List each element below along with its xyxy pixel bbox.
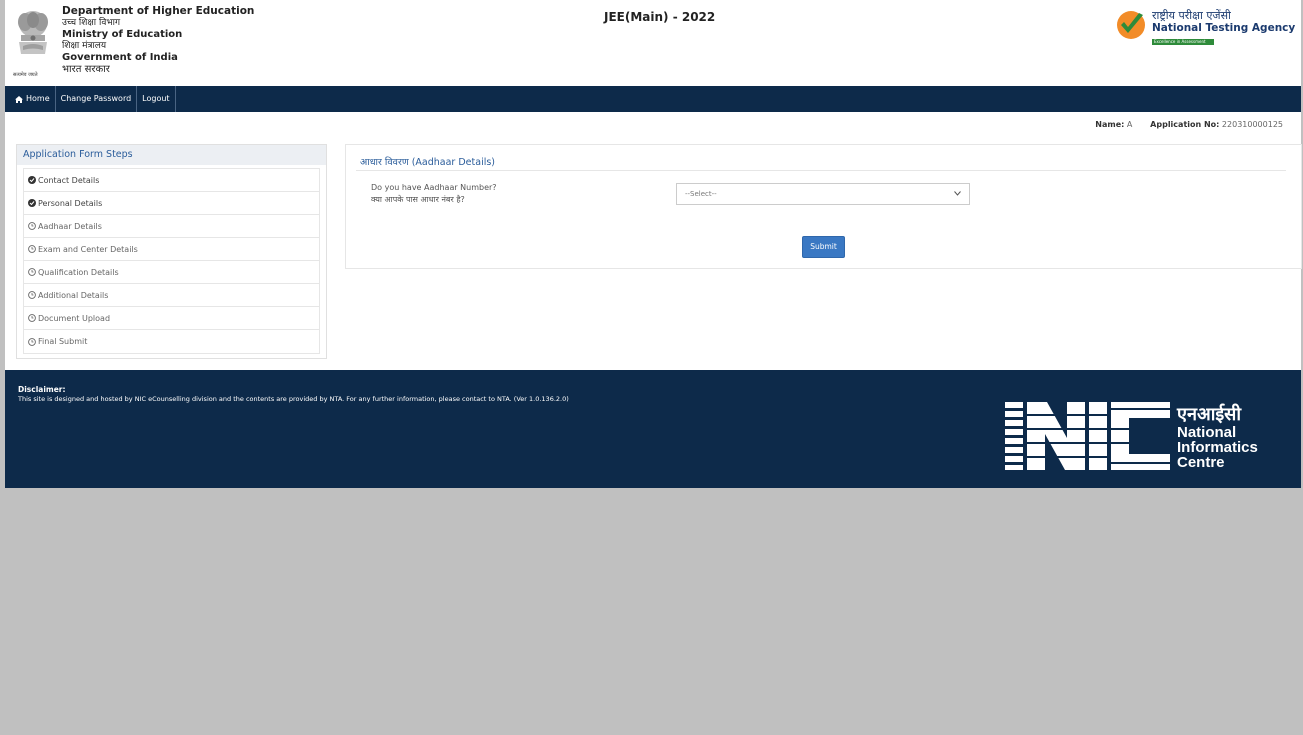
site-header: सत्यमेव जयते Department of Higher Educat… [5,0,1301,86]
nav-home-label: Home [26,94,50,103]
page-title: JEE(Main) - 2022 [604,10,716,24]
national-emblem-icon [18,11,48,54]
check-circle-icon [28,199,36,207]
user-info: Name: A Application No: 220310000125 [1095,120,1283,129]
dept-line-3: Ministry of Education [62,29,183,40]
nic-logo-icon [1005,402,1170,470]
nic-line-2: Informatics [1177,439,1258,456]
page: सत्यमेव जयते Department of Higher Educat… [5,0,1302,735]
clock-icon [28,222,36,230]
nta-tagline: Excellence in Assessment [1152,39,1214,45]
nta-hindi-name: राष्ट्रीय परीक्षा एजेंसी [1152,9,1231,22]
department-block: Department of Higher Education उच्च शिक्… [62,5,255,75]
home-icon [15,95,23,103]
step-label: Document Upload [38,313,111,323]
step-qualification-details[interactable]: Qualification Details [24,261,319,284]
nta-logo: राष्ट्रीय परीक्षा एजेंसी National Testin… [1115,8,1295,52]
panel-title: आधार विवरण (Aadhaar Details) [360,157,496,168]
application-no-label: Application No: [1150,120,1220,129]
step-label: Personal Details [38,198,103,208]
nta-english-name: National Testing Agency [1152,22,1296,34]
aadhaar-question-english: Do you have Aadhaar Number? [371,183,497,192]
clock-icon [28,245,36,253]
divider [356,170,1286,171]
nav-change-password-label: Change Password [60,94,132,103]
disclaimer-title: Disclaimer: [18,385,66,394]
clock-icon [28,268,36,276]
nta-check-icon [1117,11,1145,39]
step-label: Qualification Details [38,267,119,277]
step-label: Exam and Center Details [38,244,138,254]
submit-button[interactable]: Submit [802,236,845,258]
step-label: Final Submit [38,337,88,346]
step-final-submit[interactable]: Final Submit [24,330,319,353]
disclaimer-text: This site is designed and hosted by NIC … [18,395,569,403]
sidebar-title: Application Form Steps [17,145,326,165]
steps-list: Contact Details Personal Details Aadhaar… [23,168,320,354]
nic-line-1: National [1177,424,1237,441]
step-label: Aadhaar Details [38,221,102,231]
nav-home[interactable]: Home [5,86,56,112]
aadhaar-select[interactable]: --Select-- [676,183,970,205]
chevron-down-icon [954,191,961,196]
aadhaar-details-panel: आधार विवरण (Aadhaar Details) Do you have… [345,144,1302,269]
nic-english-name: National Informatics Centre [1177,425,1258,470]
emblem-caption: सत्यमेव जयते [13,72,38,78]
application-no-value: 220310000125 [1221,120,1283,129]
step-label: Contact Details [38,175,100,185]
clock-icon [28,291,36,299]
main-navbar: Home Change Password Logout [5,86,1301,112]
aadhaar-question-hindi: क्या आपके पास आधार नंबर है? [371,195,465,204]
clock-icon [28,314,36,322]
dept-line-5: Government of India [62,52,178,63]
dept-line-4: शिक्षा मंत्रालय [62,40,107,51]
step-document-upload[interactable]: Document Upload [24,307,319,330]
site-footer: Disclaimer: This site is designed and ho… [5,370,1301,488]
nav-logout-label: Logout [142,94,170,103]
check-circle-icon [28,176,36,184]
dept-line-2: उच्च शिक्षा विभाग [62,17,121,28]
application-steps-sidebar: Application Form Steps Contact Details P… [16,144,327,359]
step-aadhaar-details[interactable]: Aadhaar Details [24,215,319,238]
nav-change-password[interactable]: Change Password [56,86,138,112]
step-exam-center-details[interactable]: Exam and Center Details [24,238,319,261]
step-personal-details[interactable]: Personal Details [24,192,319,215]
name-value: A [1126,120,1133,129]
dept-line-1: Department of Higher Education [62,5,255,17]
aadhaar-select-value: --Select-- [685,190,717,198]
clock-icon [28,337,36,346]
name-label: Name: [1095,120,1125,129]
step-contact-details[interactable]: Contact Details [24,169,319,192]
nic-hindi-name: एनआईसी [1177,404,1242,425]
step-label: Additional Details [38,290,109,300]
nic-line-3: Centre [1177,454,1225,471]
nav-logout[interactable]: Logout [137,86,176,112]
step-additional-details[interactable]: Additional Details [24,284,319,307]
dept-line-6: भारत सरकार [62,63,110,75]
